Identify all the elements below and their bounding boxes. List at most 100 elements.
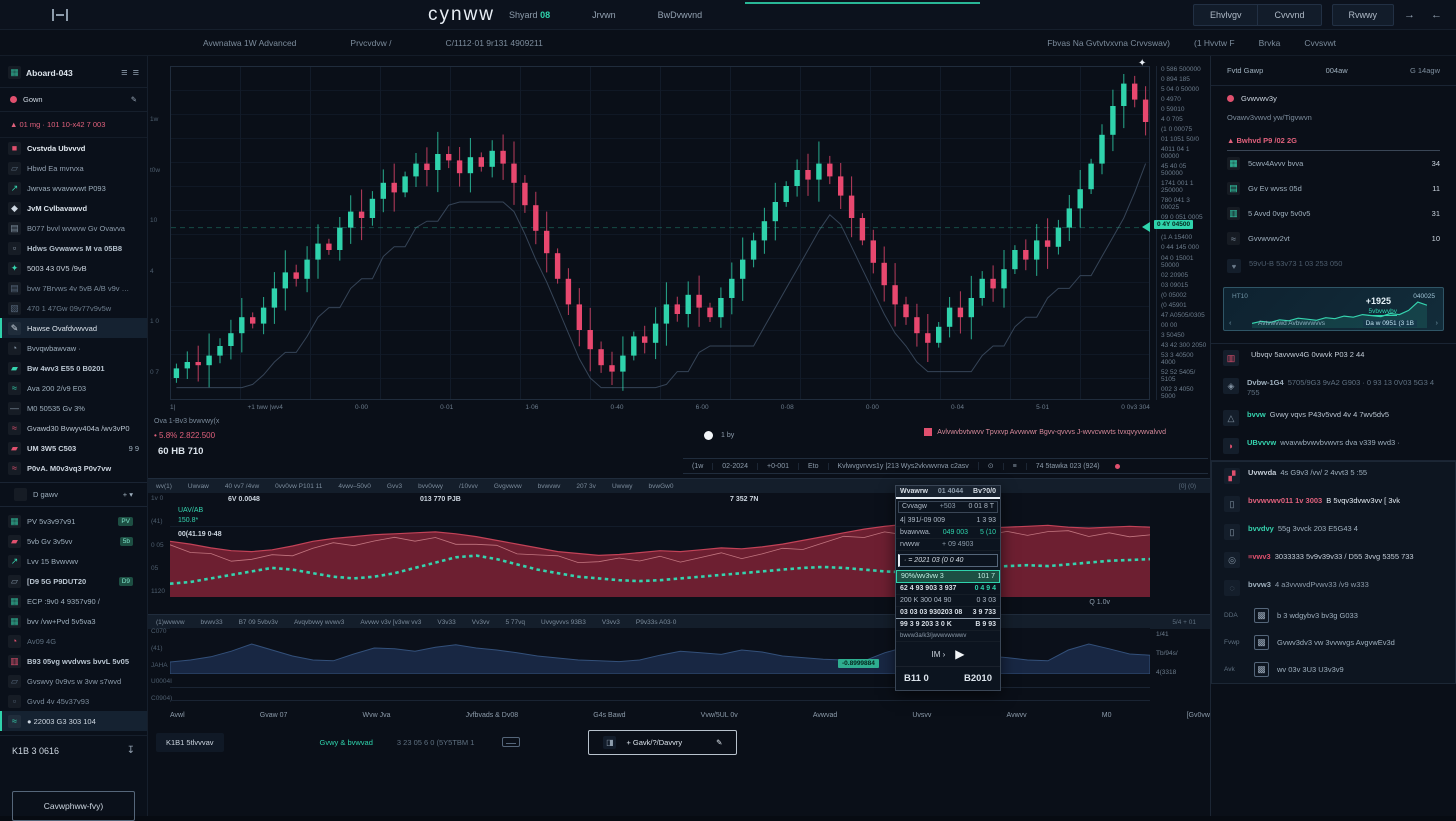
sidebar-item[interactable]: ▰ UM 3W5 C503 9 9 [0, 438, 147, 458]
indicator-tab[interactable]: wv(1) [148, 483, 180, 490]
sidebar-item[interactable]: ↗ Lvv 15 Bvwvwv [0, 551, 147, 571]
sidebar-item[interactable]: ■ Cvstvda Ubvvvd [0, 138, 147, 158]
popup-row[interactable]: 4| 391/-09 009 1 3 93 [896, 515, 1000, 527]
candlestick-chart[interactable] [170, 66, 1150, 400]
indicator-tab[interactable]: Gvv3 [379, 483, 410, 490]
sidebar-item[interactable]: ◔ Bvvqwbawvaw · [0, 338, 147, 358]
download-icon[interactable]: ↧ [127, 745, 135, 756]
sidebar-item[interactable]: ◆ JvM Cvlbavawvd [0, 198, 147, 218]
stat-row[interactable]: ▤ Gv Ev wvss 05d 11 [1211, 176, 1456, 201]
news-row[interactable]: ▥ Ubvqv 5avvwv4G 0vwvk P03 2 44 [1211, 344, 1456, 372]
top-button[interactable]: Cvvvnd [1257, 5, 1320, 25]
toolbar-item[interactable]: Eto [798, 463, 828, 470]
back-arrow-icon[interactable]: ← [1431, 9, 1442, 21]
news-row[interactable]: ▯ bvvwvwv011 1v 3003B 5vqv3dvwv3vv [ 3vk [1211, 490, 1456, 518]
sidebar-item[interactable]: ✎ Hawse Ovafdvwvvad [0, 318, 147, 338]
watchlist-settings[interactable]: G 14agw [1410, 66, 1440, 75]
sidebar-item[interactable]: ▰ 5vb Gv 3v5vv 5b [0, 531, 147, 551]
card-prev-icon[interactable]: ‹ [1229, 318, 1232, 327]
toolbar-item[interactable]: ⊙ [978, 462, 1003, 470]
sidebar-item[interactable]: ▱ Hbwd Ea mvrvxa [0, 158, 147, 178]
popup-row[interactable]: 90%/wv3vw 3 101 7 [896, 570, 1000, 583]
time-axis[interactable]: 1|+1 tww |wv40·000·011·060·406·000·080·0… [170, 404, 1150, 411]
sidebar-item[interactable]: ▦ ECP :9v0 4 9357v90 / [0, 591, 147, 611]
sidebar-item[interactable]: — M0 50535 Gv 3% [0, 398, 147, 418]
drawing-tool-box[interactable]: ◨ + Gavk/?/Davvry ✎ [588, 730, 737, 755]
sidebar-item[interactable]: D gawv + ▾ [0, 482, 147, 507]
sidebar-item[interactable]: ▦ PV 5v3v97v91 PV [0, 511, 147, 531]
interval-toggle[interactable]: 1 by [704, 431, 734, 440]
volume-tab[interactable]: Avqvbvwy wvwv3 [286, 619, 352, 626]
watch-card[interactable]: HT10 040025 +1925 5vbvwvbv Avtvwvwd Avbv… [1223, 287, 1444, 331]
stat-row[interactable]: ≈ Gvvwvwv2vt 10 [1211, 226, 1456, 251]
indicator-tab[interactable]: 207 3v [568, 483, 604, 490]
volume-chart[interactable] [170, 628, 1150, 674]
sidebar-item[interactable]: ▰ Bw 4wv3 E55 0 B0201 [0, 358, 147, 378]
sidebar-item[interactable]: ▱ Gvswvy 0v9vs w 3vw s7wvd [0, 671, 147, 691]
indicator-chart[interactable]: 6V 0.0048 UAV/AB 150.8* 00(41.19 0-48 01… [170, 493, 1150, 597]
sidebar-item[interactable]: ≈ P0vA. M0v3vq3 P0v7vw [0, 458, 147, 478]
layout-label[interactable]: K1B1 5tlvvvav [156, 733, 224, 752]
snowflake-icon[interactable]: ✦ [1138, 58, 1146, 69]
symbol-info[interactable]: C/1112·01 9r131 4909211 [446, 38, 543, 48]
news-row[interactable]: ◈ Dvbw-1G45705/9G3 9vA2 G903 · 0 93 13 0… [1211, 372, 1456, 404]
indicator-tab[interactable]: Uwvaw [180, 483, 217, 490]
sidebar-item[interactable]: ≈ Ava 200 2/v9 E03 [0, 378, 147, 398]
card-link[interactable]: 5vbvwvbv [1368, 308, 1397, 316]
popup-row[interactable]: 99 3 9 203 3 0 K B 9 93 [896, 619, 1000, 631]
news-row[interactable]: ◎ ≡vwv33033333 5v9v39v33 / D55 3vvg 5355… [1211, 546, 1456, 574]
volume-tab[interactable]: (1)wvwvw [148, 619, 193, 626]
nav-link[interactable]: Jrvwn [592, 10, 616, 20]
popup-row[interactable]: Cvvagw +503 0 01 8 T [898, 501, 998, 513]
news-row[interactable]: ◌ bvvw34 a3vvwvdPvwv33 /v9 w333 [1211, 574, 1456, 602]
volume-tab[interactable]: B7 09 5vbv3v [231, 619, 286, 626]
market-row[interactable]: Gvwvwv3y [1211, 86, 1456, 111]
sidebar-item[interactable]: ▫ Gvvd 4v 45v37v93 [0, 691, 147, 711]
menu-icon-2[interactable]: ≡ [133, 67, 139, 79]
toolbar-item[interactable]: 02-2024 [712, 463, 757, 470]
sidebar-item[interactable]: ▥ B93 05vg wvdvws bvvL 5v05 [0, 651, 147, 671]
stat-row[interactable]: ▦ 5cwv4Avvv bvva 34 [1211, 151, 1456, 176]
stat-row[interactable]: ▥ 5 Avvd 0vgv 5v0v5 31 [1211, 201, 1456, 226]
sidebar-item[interactable]: ▱ [D9 5G P9DUT20 D9 [0, 571, 147, 591]
volume-tab[interactable]: 5 77vq [498, 619, 534, 626]
pencil-icon[interactable]: ✎ [716, 738, 722, 747]
indicator-tab[interactable]: bvv0vwy [410, 483, 451, 490]
popup-play-row[interactable]: IM › ▶ [896, 642, 1000, 667]
popup-row[interactable]: 62 4 93 903 3 937 0 4 9 4 [896, 583, 1000, 595]
sidebar-item[interactable]: ▫ Hdws Gvwawvs M va 05B8 [0, 238, 147, 258]
toolbar-item[interactable]: Kvlwvgvrvvs1y |213 Wys2vkvwvnva c2asv [828, 463, 978, 470]
qr-row[interactable]: Avk ▩ wv 03v 3U3 U3v3v9 [1211, 656, 1456, 684]
sidebar-item[interactable]: ▤ bvw 7Brvws 4v 5vB A/B v9v 007 [0, 278, 147, 298]
sidebar-item[interactable]: ▦ bvv /vw+Pvd 5v5va3 [0, 611, 147, 631]
volume-tab[interactable]: Vv3vv [464, 619, 498, 626]
news-row[interactable]: △ bvvwGvwy vqvs P43v5vvd 4v 4 7wv5dv5 [1211, 404, 1456, 432]
indicator-tab[interactable]: Uwvwy [604, 483, 641, 490]
popup-row[interactable]: rvwvw + 09 4903 [896, 539, 1000, 551]
sidebar-item[interactable]: ≈ ● 22003 G3 303 104 [0, 711, 147, 731]
popup-row[interactable]: bvawvwa. 049 003 5 (10 [896, 527, 1000, 539]
card-next-icon[interactable]: › [1436, 318, 1439, 327]
chart-setting[interactable]: Fbvas Na Gvtvtvxvna Crvvswav) [1047, 38, 1170, 48]
indicator-tab[interactable]: bvwGw0 [641, 483, 682, 490]
volume-tab[interactable]: V3v33 [429, 619, 463, 626]
volume-tab[interactable]: Uvvgvvvs 93B3 [533, 619, 594, 626]
alert-row[interactable]: ▲ 01 mg · 101 10-x42 7 003 [0, 112, 147, 138]
popup-footer[interactable]: B11 0 B2010 [896, 667, 1000, 690]
volume-tab[interactable]: V3vv3 [594, 619, 628, 626]
keyboard-icon[interactable] [502, 737, 520, 747]
volume-tab[interactable]: Avvwv v3v [v3vw vv3 [352, 619, 429, 626]
sidebar-item[interactable]: ◔ Av09 4G [0, 631, 147, 651]
toolbar-item[interactable]: (1w [683, 463, 712, 470]
indicator-tab[interactable]: 4vwv–50v0 [330, 483, 379, 490]
indicator-tab[interactable]: 40 vv7 /4vw [217, 483, 267, 490]
chart-setting[interactable]: Cvvsvwt [1304, 38, 1336, 48]
sidebar-item[interactable]: ▧ 470 1 47Gw 09v77v9v5w [0, 298, 147, 318]
chart-setting[interactable]: (1 Hvvtw F [1194, 38, 1235, 48]
sidebar-item[interactable]: ✦ 5003 43 0V5 /9vB [0, 258, 147, 278]
menu-icon[interactable]: ≡ [121, 67, 127, 79]
popup-row[interactable]: · = 2021 03 (0 0 40 [898, 554, 998, 567]
hamburger-icon[interactable] [52, 9, 68, 21]
nav-link[interactable]: BwDvwvnd [658, 10, 703, 20]
indicator-tab[interactable]: bvwvwv [530, 483, 569, 490]
